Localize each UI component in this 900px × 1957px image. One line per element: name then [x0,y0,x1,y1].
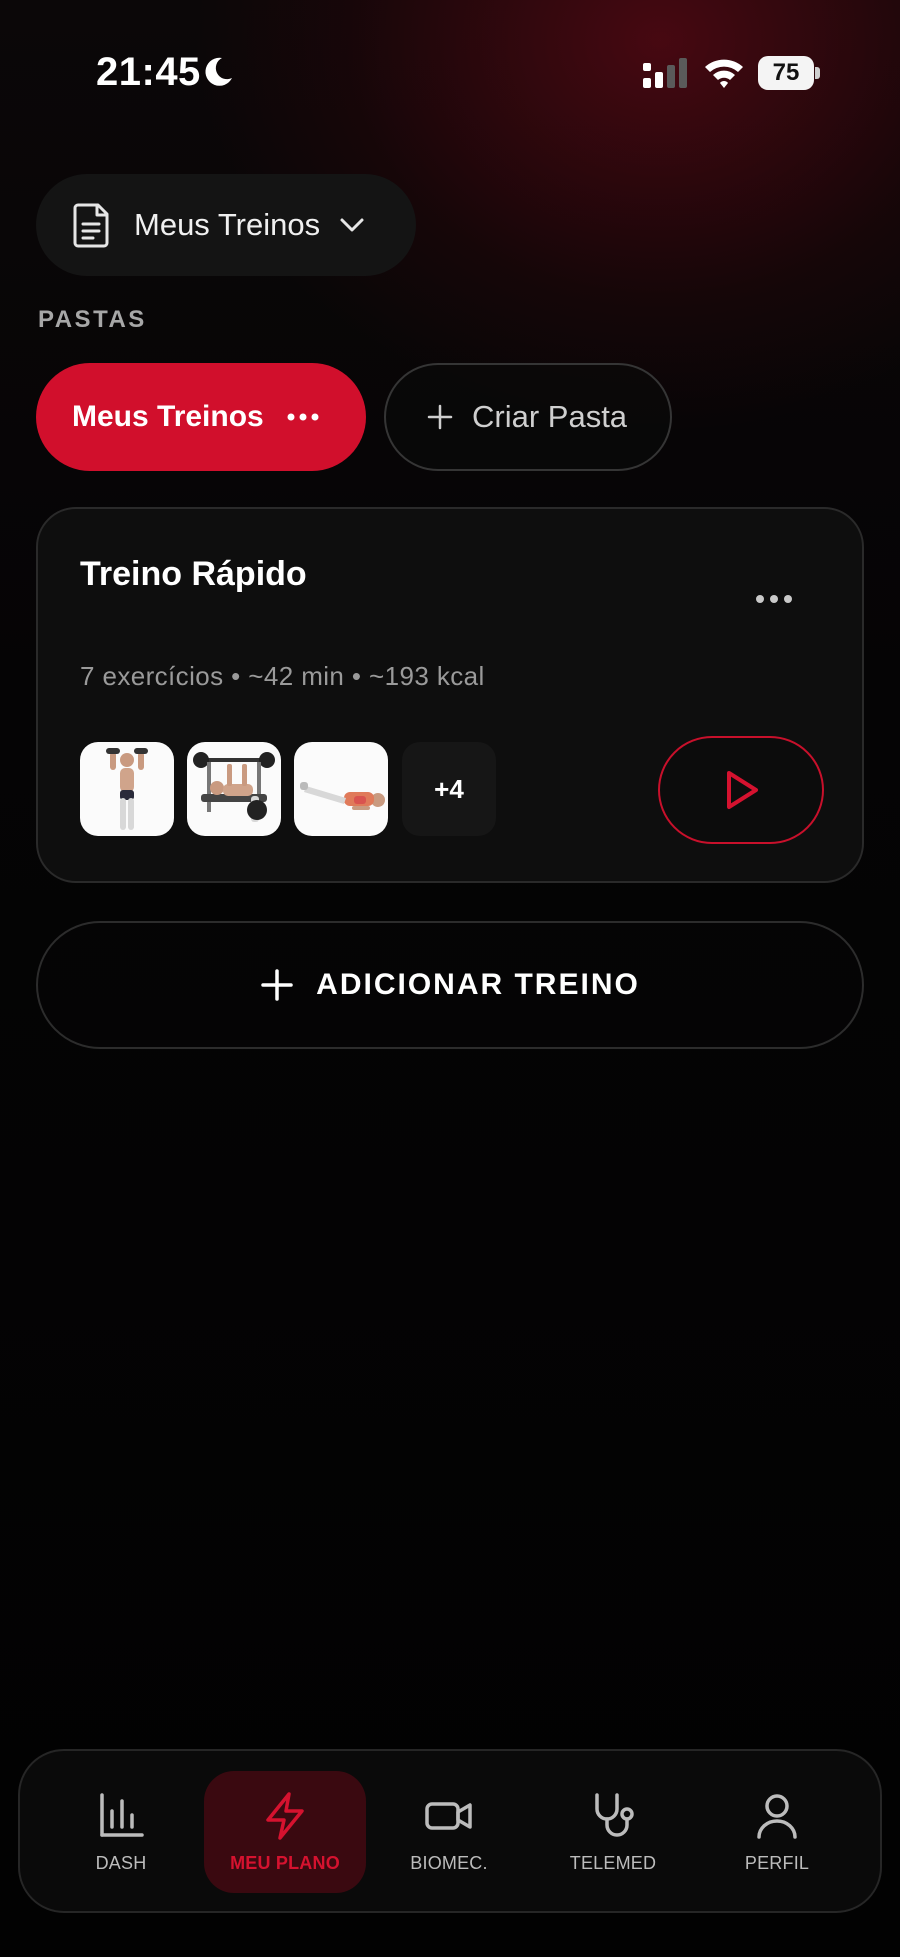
exercise-figure-image [300,782,385,810]
exercise-thumbnail[interactable] [80,742,174,836]
workout-card[interactable]: Treino Rápido 7 exercícios • ~42 min • ~… [36,507,864,883]
workout-list-selector[interactable]: Meus Treinos [36,174,416,276]
battery-level: 75 [758,56,814,90]
moon-icon [205,57,232,86]
selector-label: Meus Treinos [134,207,321,242]
nav-label-meu-plano: MEU PLANO [230,1853,340,1873]
exercise-figure-image [106,748,148,830]
exercise-figure-image [193,752,275,822]
workout-title: Treino Rápido [80,555,307,593]
bottom-navigation: DASH MEU PLANO BIOMEC. TELEMED PERFIL [18,1749,882,1913]
exercise-thumbnail[interactable] [187,742,281,836]
document-icon [73,203,109,248]
nav-item-meu-plano[interactable]: MEU PLANO [204,1771,366,1893]
start-workout-button[interactable] [658,736,824,844]
user-icon [757,1794,797,1839]
nav-item-biomec[interactable]: BIOMEC. [368,1771,530,1893]
nav-label-biomec: BIOMEC. [410,1853,488,1873]
more-exercises-count[interactable]: +4 [402,742,496,836]
exercise-thumbnail[interactable] [294,742,388,836]
nav-item-dash[interactable]: DASH [40,1771,202,1893]
nav-label-telemed: TELEMED [569,1853,657,1873]
folder-chip-active[interactable]: Meus Treinos [36,363,366,471]
nav-item-perfil[interactable]: PERFIL [696,1771,858,1893]
folders-section-label: PASTAS [38,306,147,333]
chevron-down-icon [340,218,364,232]
nav-label-dash: DASH [95,1853,147,1873]
folder-chip-label: Meus Treinos [72,400,264,433]
nav-label-perfil: PERFIL [744,1853,810,1873]
add-workout-button[interactable]: ADICIONAR TREINO [36,921,864,1049]
more-options-icon[interactable] [286,412,320,422]
nav-item-telemed[interactable]: TELEMED [532,1771,694,1893]
signal-icon [643,58,687,88]
status-time: 21:45 [96,50,201,94]
plus-icon [427,404,453,430]
workout-meta: 7 exercícios • ~42 min • ~193 kcal [80,661,485,691]
plus-icon [261,969,293,1001]
create-folder-label: Criar Pasta [472,399,628,434]
bar-chart-icon [100,1793,144,1837]
video-camera-icon [425,1802,472,1830]
play-icon [727,771,758,809]
create-folder-button[interactable]: Criar Pasta [384,363,672,471]
wifi-icon [705,59,743,88]
add-workout-label: ADICIONAR TREINO [316,968,640,1001]
battery-tip [815,67,820,79]
battery-indicator: 75 [758,56,820,90]
more-options-icon[interactable] [754,593,794,605]
stethoscope-icon [595,1793,634,1837]
lightning-icon [266,1792,304,1840]
